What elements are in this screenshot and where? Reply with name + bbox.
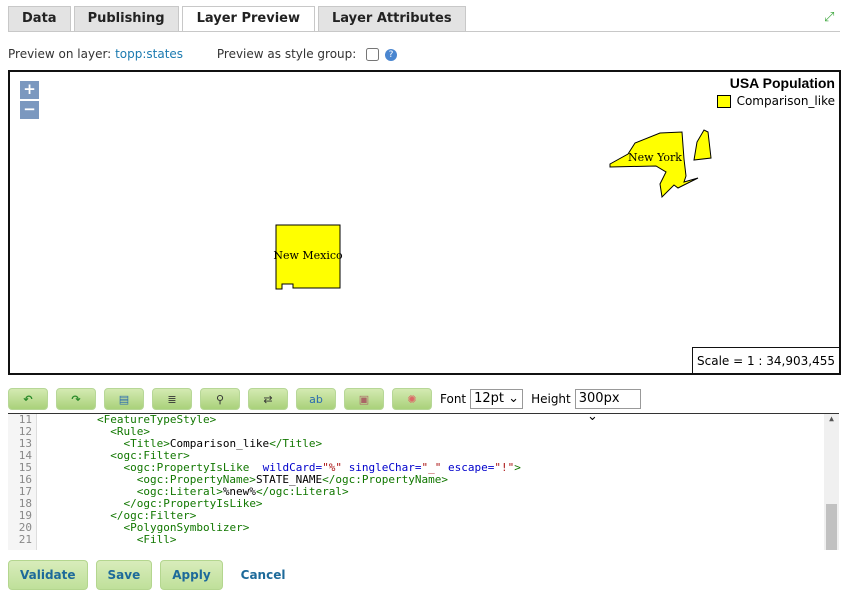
tab-publishing[interactable]: Publishing (73, 6, 179, 31)
state-new-york (609, 131, 699, 199)
validate-button[interactable]: Validate (8, 560, 88, 590)
map-canvas: New Mexico New York (273, 129, 712, 290)
legend-title: USA Population (729, 75, 835, 91)
state-label: New Mexico (273, 249, 343, 262)
line-numbers: 11 12 13 14 15 16 17 18 19 20 21 (8, 414, 37, 550)
font-size-select[interactable]: 12pt ⌄ (470, 389, 524, 409)
reformat-icon[interactable]: ≣ (152, 388, 192, 410)
image-icon[interactable]: ▣ (344, 388, 384, 410)
tab-layer-attributes[interactable]: Layer Attributes (317, 6, 466, 31)
editor-scrollbar[interactable]: ▲ (824, 414, 839, 550)
editor-toolbar: ↶ ↷ ▤ ≣ ⚲ ⇄ ab ▣ ✺ Font 12pt ⌄ Height 30… (8, 388, 641, 424)
save-button[interactable]: Save (95, 560, 153, 590)
help-icon[interactable]: ? (384, 48, 397, 61)
apply-button[interactable]: Apply (160, 560, 223, 590)
height-select[interactable]: 300px ⌄ (574, 389, 641, 424)
code-line: <Fill> (136, 533, 177, 546)
action-buttons: Validate Save Apply Cancel (8, 560, 285, 590)
replace-icon[interactable]: ⇄ (248, 388, 288, 410)
state-label: New York (628, 151, 682, 164)
tab-bar: Data Publishing Layer Preview Layer Attr… (8, 6, 466, 32)
scale-readout: Scale = 1 : 34,903,455 (692, 347, 839, 373)
legend-item: Comparison_like (716, 94, 835, 108)
tab-divider (8, 31, 840, 32)
code-content[interactable]: <FeatureTypeStyle> <Rule> <Title>Compari… (44, 414, 521, 546)
expand-icon[interactable]: ⤢ (824, 10, 840, 26)
code-editor[interactable]: 11 12 13 14 15 16 17 18 19 20 21 <FeatureTypeStyle… (8, 413, 839, 550)
font-label: Font (440, 392, 467, 406)
legend-label: Comparison_like (736, 94, 835, 108)
state-vermont-nh (693, 129, 712, 161)
redo-icon[interactable]: ↷ (56, 388, 96, 410)
font-icon[interactable]: ab (296, 388, 336, 410)
cancel-link[interactable]: Cancel (241, 568, 286, 582)
find-icon[interactable]: ⚲ (200, 388, 240, 410)
tab-data[interactable]: Data (8, 6, 71, 31)
preview-layer-label: Preview on layer: (8, 47, 112, 61)
preview-options: Preview on layer: topp:states Preview as… (8, 47, 397, 61)
preview-layer-link[interactable]: topp:states (115, 47, 183, 61)
undo-icon[interactable]: ↶ (8, 388, 48, 410)
legend-swatch (716, 95, 731, 108)
style-group-checkbox[interactable] (366, 48, 380, 61)
style-group-label: Preview as style group: (216, 47, 357, 61)
color-palette-icon[interactable]: ✺ (392, 388, 432, 410)
goto-line-icon[interactable]: ▤ (104, 388, 144, 410)
map-legend: USA Population Comparison_like (716, 75, 835, 108)
tab-layer-preview[interactable]: Layer Preview (181, 6, 315, 32)
line-number: 21 (18, 533, 32, 546)
height-label: Height (531, 392, 571, 406)
scrollbar-thumb[interactable] (826, 504, 837, 550)
map-preview[interactable]: + − New Mexico New York USA Population C… (8, 70, 841, 375)
